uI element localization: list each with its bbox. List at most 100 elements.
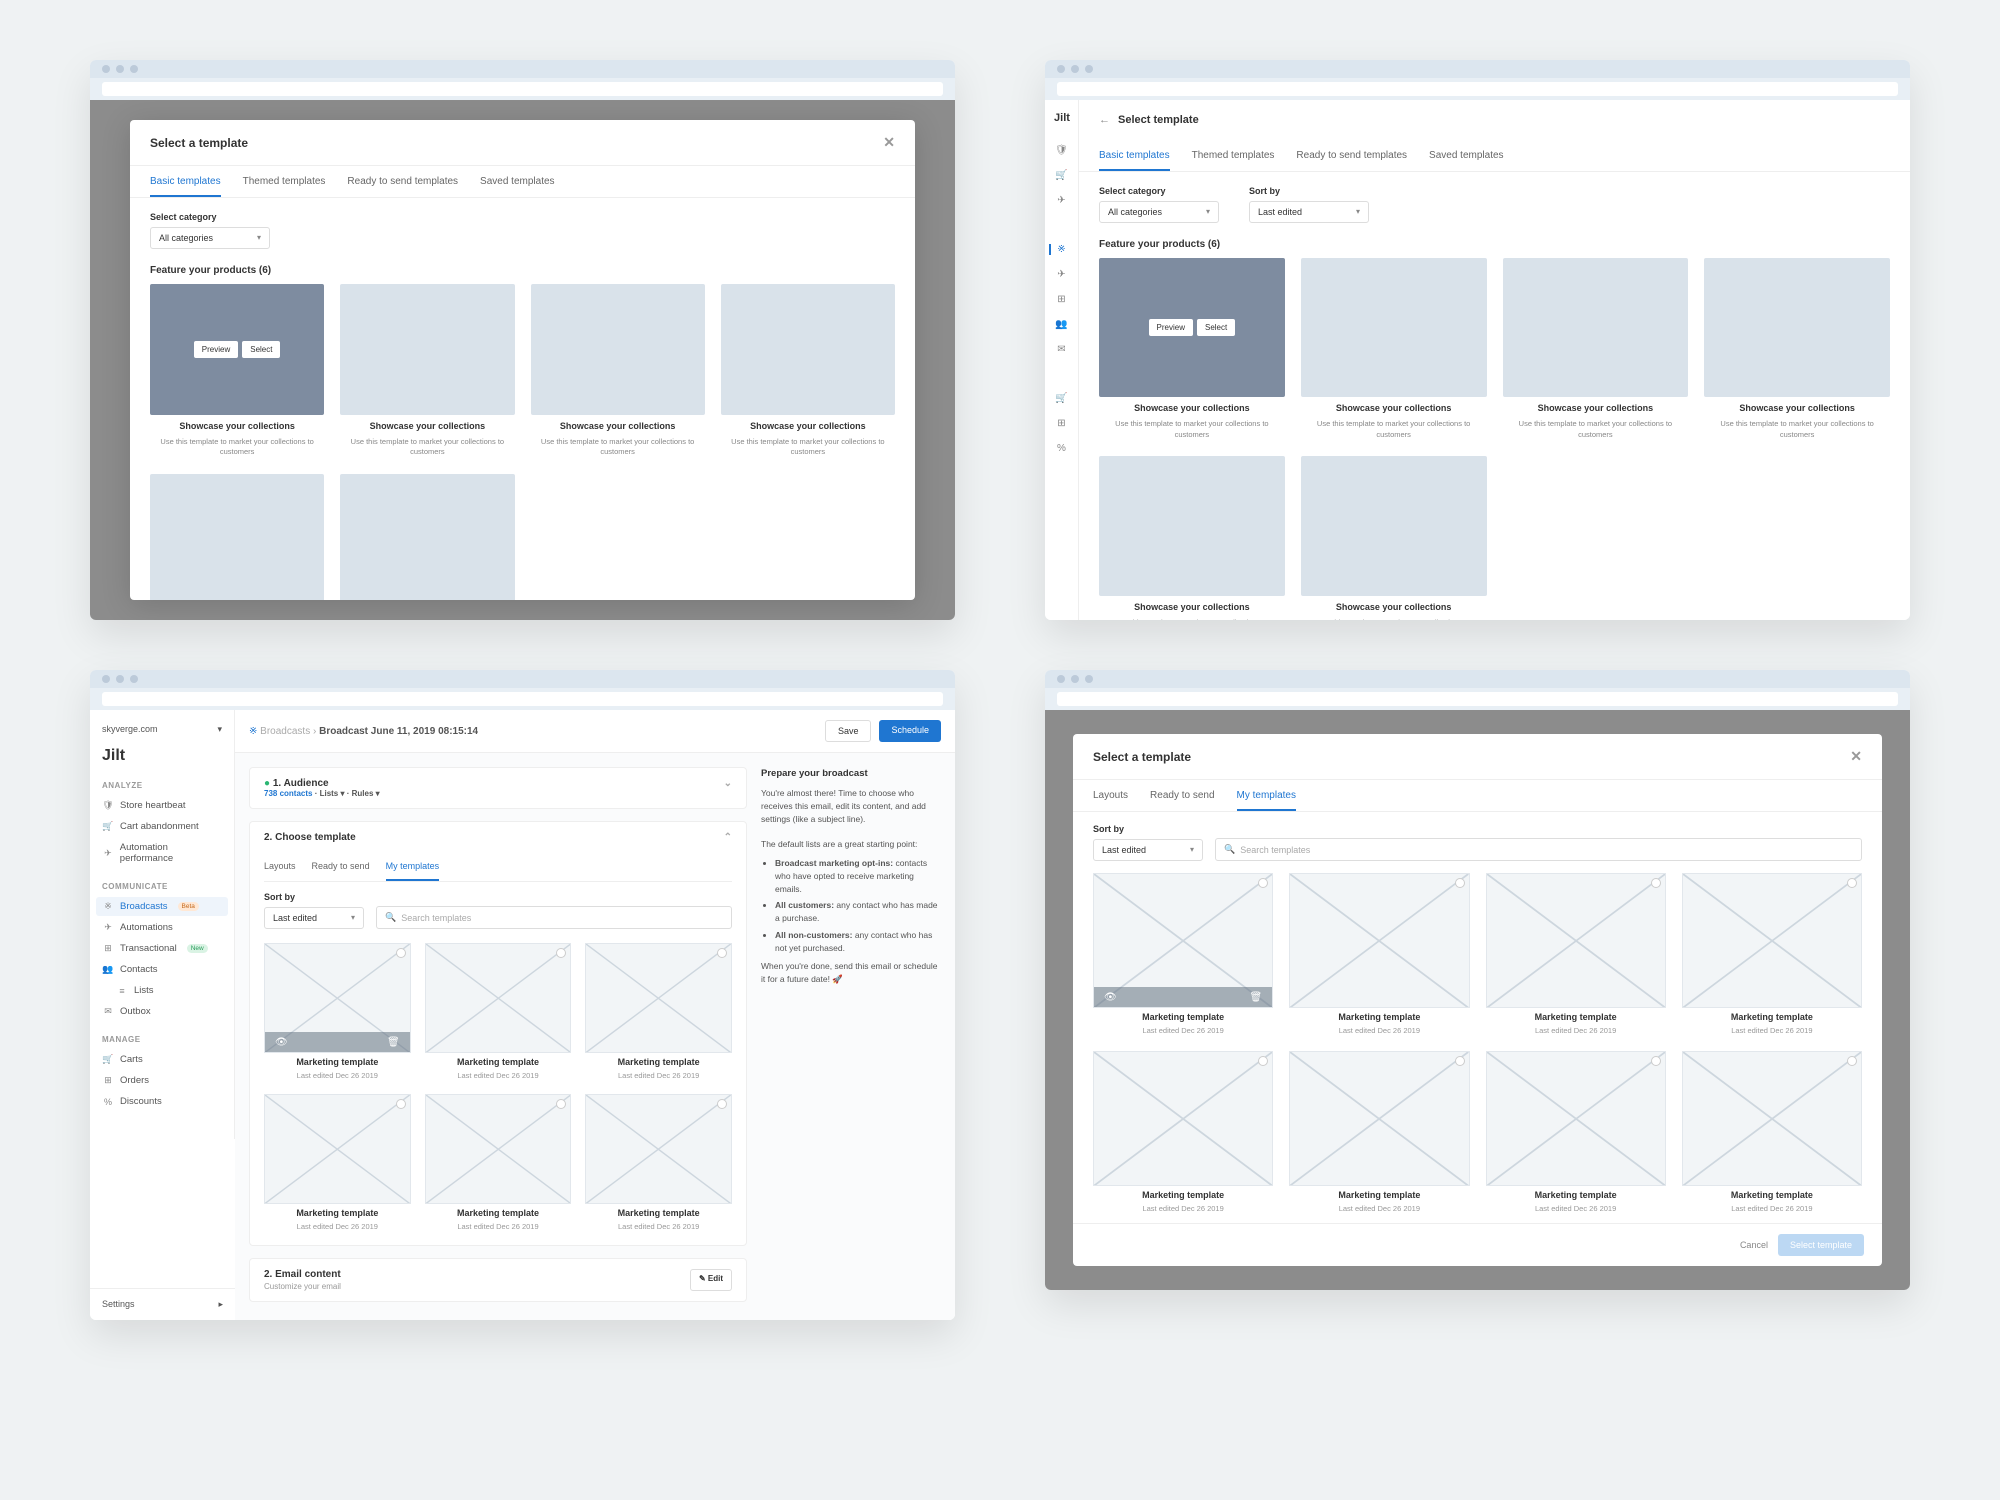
template-card[interactable]: Showcase your collectionsUse this templa…: [531, 284, 705, 458]
nav-automations[interactable]: ✈Automations: [96, 918, 228, 937]
template-card[interactable]: Showcase your collectionsUse this templa…: [340, 474, 514, 600]
trash-icon[interactable]: 🗑: [387, 1037, 400, 1048]
category-select[interactable]: All categories: [150, 227, 270, 249]
panel-template-header[interactable]: 2. Choose template⌃: [250, 822, 746, 853]
tab-saved[interactable]: Saved templates: [1429, 140, 1504, 171]
tab-ready[interactable]: Ready to send templates: [347, 166, 458, 197]
back-arrow-icon[interactable]: ←: [1099, 114, 1110, 126]
panel-audience-header[interactable]: ● 1. Audience 738 contacts · Lists ▾ · R…: [250, 768, 746, 808]
template-card[interactable]: Showcase your collectionsUse this templa…: [340, 284, 514, 458]
rail-icon[interactable]: 🛒: [1055, 170, 1067, 181]
close-icon[interactable]: ✕: [883, 134, 895, 151]
rail-icon[interactable]: ✉: [1057, 344, 1065, 355]
nav-broadcasts[interactable]: ※BroadcastsBeta: [96, 897, 228, 916]
nav-outbox[interactable]: ✉Outbox: [96, 1002, 228, 1021]
rail-icon-active[interactable]: ※: [1049, 244, 1065, 255]
sort-select[interactable]: Last edited: [1249, 201, 1369, 223]
template-thumb-hover[interactable]: Preview Select: [1099, 258, 1285, 397]
tab-basic[interactable]: Basic templates: [150, 166, 221, 197]
template-card[interactable]: Showcase your collectionsUse this templa…: [1301, 258, 1487, 440]
category-select[interactable]: All categories: [1099, 201, 1219, 223]
rail-icon[interactable]: ✈: [1057, 269, 1065, 280]
close-icon[interactable]: ✕: [1850, 748, 1862, 765]
select-template-button[interactable]: Select template: [1778, 1234, 1864, 1256]
template-card[interactable]: Showcase your collectionsUse this templa…: [1704, 258, 1890, 440]
nav-transactional[interactable]: ⊞TransactionalNew: [96, 939, 228, 958]
template-card[interactable]: Preview Select Showcase your collections…: [1099, 258, 1285, 440]
template-card[interactable]: Showcase your collectionsUse this templa…: [721, 284, 895, 458]
nav-discounts[interactable]: %Discounts: [96, 1092, 228, 1111]
search-input[interactable]: 🔍Search templates: [1215, 838, 1862, 861]
template-thumb[interactable]: [585, 943, 732, 1053]
template-thumb-hover[interactable]: 👁🗑: [1093, 873, 1273, 1008]
template-thumb[interactable]: [1486, 1051, 1666, 1186]
brand-logo: Jilt: [102, 747, 222, 765]
nav-automation-perf[interactable]: ✈Automation performance: [96, 838, 228, 868]
template-thumb-hover[interactable]: 👁🗑: [264, 943, 411, 1053]
tab-my-templates[interactable]: My templates: [386, 853, 440, 881]
nav-store-heartbeat[interactable]: 🛡Store heartbeat: [96, 796, 228, 815]
template-thumb[interactable]: [1486, 873, 1666, 1008]
nav-contacts[interactable]: 👥Contacts: [96, 960, 228, 979]
eye-icon[interactable]: 👁: [275, 1037, 288, 1048]
save-button[interactable]: Save: [825, 720, 872, 742]
nav-carts[interactable]: 🛒Carts: [96, 1050, 228, 1069]
preview-button[interactable]: Preview: [1149, 319, 1193, 336]
nav-orders[interactable]: ⊞Orders: [96, 1071, 228, 1090]
nav-cart-abandonment[interactable]: 🛒Cart abandonment: [96, 817, 228, 836]
template-card[interactable]: Showcase your collectionsUse this templa…: [1099, 456, 1285, 620]
edit-button[interactable]: ✎ Edit: [690, 1269, 732, 1291]
template-thumb[interactable]: [425, 943, 572, 1053]
rail-icon[interactable]: ⊞: [1057, 294, 1065, 305]
template-thumb[interactable]: [1289, 1051, 1469, 1186]
cart-icon: 🛒: [102, 1054, 114, 1065]
template-thumb[interactable]: [264, 1094, 411, 1204]
select-button[interactable]: Select: [1197, 319, 1235, 336]
tab-layouts[interactable]: Layouts: [264, 853, 296, 881]
select-button[interactable]: Select: [242, 341, 280, 358]
nav-lists[interactable]: ≡Lists: [96, 981, 228, 1000]
tab-themed[interactable]: Themed templates: [243, 166, 326, 197]
search-input[interactable]: 🔍Search templates: [376, 906, 732, 929]
tab-layouts[interactable]: Layouts: [1093, 780, 1128, 811]
tab-ready[interactable]: Ready to send templates: [1296, 140, 1407, 171]
rail-icon[interactable]: ⊞: [1057, 418, 1065, 429]
template-thumb[interactable]: [585, 1094, 732, 1204]
rail-icon[interactable]: 🛒: [1055, 393, 1067, 404]
preview-button[interactable]: Preview: [194, 341, 238, 358]
nav-settings[interactable]: Settings▸: [90, 1288, 235, 1320]
tab-themed[interactable]: Themed templates: [1192, 140, 1275, 171]
trash-icon[interactable]: 🗑: [1250, 992, 1263, 1003]
sort-select[interactable]: Last edited: [1093, 839, 1203, 861]
tab-ready[interactable]: Ready to send: [1150, 780, 1215, 811]
template-card[interactable]: Showcase your collectionsUse this templa…: [150, 474, 324, 600]
eye-icon[interactable]: 👁: [1104, 992, 1117, 1003]
tab-ready[interactable]: Ready to send: [312, 853, 370, 881]
panel-audience: ● 1. Audience 738 contacts · Lists ▾ · R…: [249, 767, 747, 809]
contacts-link[interactable]: 738 contacts: [264, 789, 312, 798]
template-thumb-hover[interactable]: Preview Select: [150, 284, 324, 415]
rail-icon[interactable]: ✈: [1057, 195, 1065, 206]
rail-icon[interactable]: 👥: [1055, 319, 1067, 330]
mockup-4-modal-my-templates: Select a template ✕ Layouts Ready to sen…: [1045, 670, 1910, 1290]
template-card[interactable]: Showcase your collectionsUse this templa…: [1503, 258, 1689, 440]
shop-switcher[interactable]: skyverge.com▾: [102, 724, 222, 735]
template-card[interactable]: Preview Select Showcase your collections…: [150, 284, 324, 458]
template-card[interactable]: Showcase your collectionsUse this templa…: [1301, 456, 1487, 620]
tab-saved[interactable]: Saved templates: [480, 166, 555, 197]
page-title: Select template: [1118, 114, 1199, 126]
rail-icon[interactable]: %: [1057, 443, 1066, 454]
schedule-button[interactable]: Schedule: [879, 720, 941, 742]
template-thumb[interactable]: [1289, 873, 1469, 1008]
template-thumb[interactable]: [1093, 1051, 1273, 1186]
panel-email-content-header[interactable]: 2. Email contentCustomize your email ✎ E…: [250, 1259, 746, 1301]
template-thumb[interactable]: [1682, 873, 1862, 1008]
rail-icon[interactable]: 🛡: [1055, 145, 1068, 156]
template-thumb[interactable]: [1682, 1051, 1862, 1186]
tab-basic[interactable]: Basic templates: [1099, 140, 1170, 171]
cancel-button[interactable]: Cancel: [1740, 1240, 1768, 1250]
browser-urlbar: [1045, 78, 1910, 100]
sort-select[interactable]: Last edited: [264, 907, 364, 929]
template-thumb[interactable]: [425, 1094, 572, 1204]
tab-my-templates[interactable]: My templates: [1237, 780, 1296, 811]
